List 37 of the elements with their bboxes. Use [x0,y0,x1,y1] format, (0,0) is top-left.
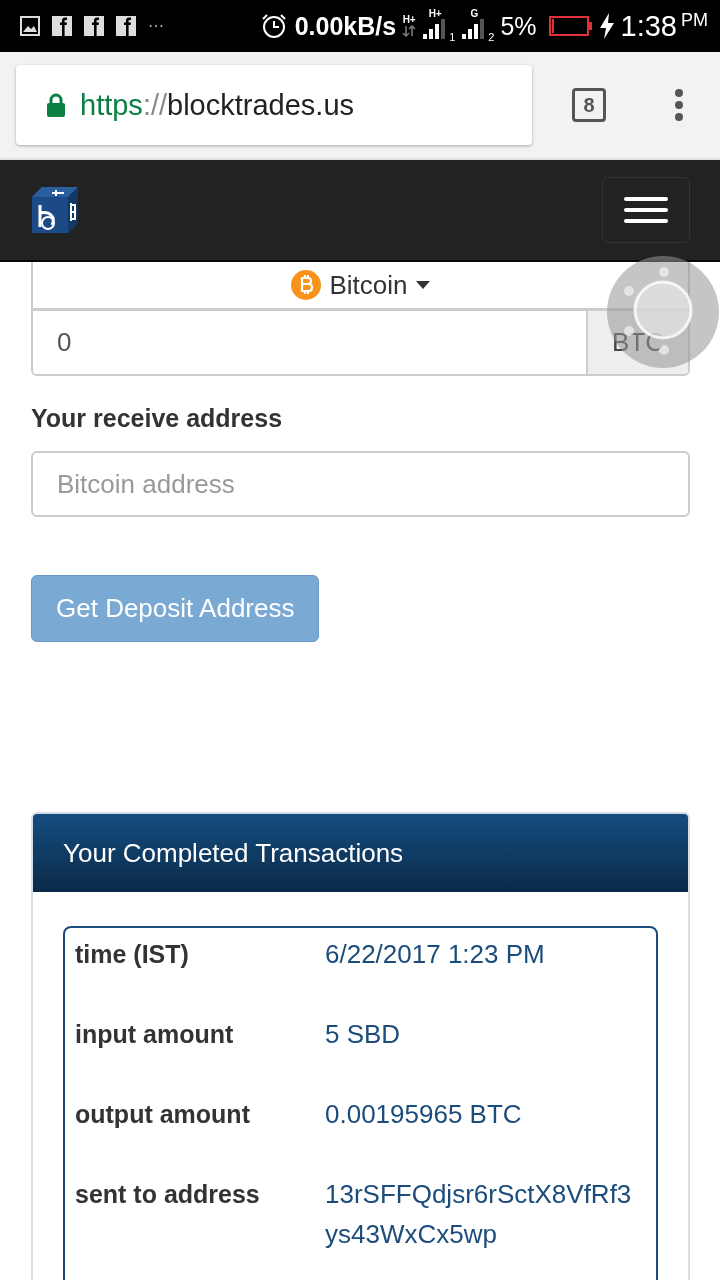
gallery-icon [20,16,40,36]
caret-icon [415,281,430,289]
facebook-icon [116,16,136,36]
battery-percent: 5% [500,11,537,41]
network-type: H+ [428,9,442,19]
clock-time: 1:38 [620,9,677,43]
field-value: 5 SBD [325,1018,402,1051]
more-notifications: ··· [148,17,164,35]
data-arrows-icon [402,25,417,37]
bitcoin-icon [291,270,322,300]
field-label: output amount [75,1100,251,1129]
network-type: H+ [402,15,416,25]
tab-count-button[interactable]: 8 [572,88,606,122]
field-label: Your receive address [31,404,284,433]
field-label: sent to address [75,1180,261,1209]
sim-label: 2 [488,31,495,43]
url-text: https://blocktrades.us [80,88,355,122]
floating-assistive-overlay[interactable] [607,256,719,368]
facebook-icon [52,16,72,36]
network-speed: 0.00kB/s [294,11,397,41]
field-label: input amount [75,1020,235,1049]
menu-button[interactable] [602,177,690,243]
url-bar[interactable]: https://blocktrades.us [16,65,532,145]
sim-label: 1 [449,31,456,43]
field-label: time (IST) [75,940,190,969]
field-value: 0.00195965 BTC [325,1098,523,1131]
facebook-icon [84,16,104,36]
field-value: 13rSFFQdjsr6rSctX8VfRf3ys43WxCx5wp [325,1178,633,1251]
network-type: G [470,9,479,19]
logo-icon[interactable] [30,185,80,235]
clock-period: PM [681,10,708,31]
more-menu-icon[interactable] [674,89,684,121]
panel-header: Your Completed Transactions [33,814,688,892]
address-input[interactable]: Bitcoin address [31,451,690,517]
battery-icon [548,15,593,37]
field-value: 6/22/2017 1:23 PM [325,938,546,971]
alarm-clock-icon [260,13,287,39]
